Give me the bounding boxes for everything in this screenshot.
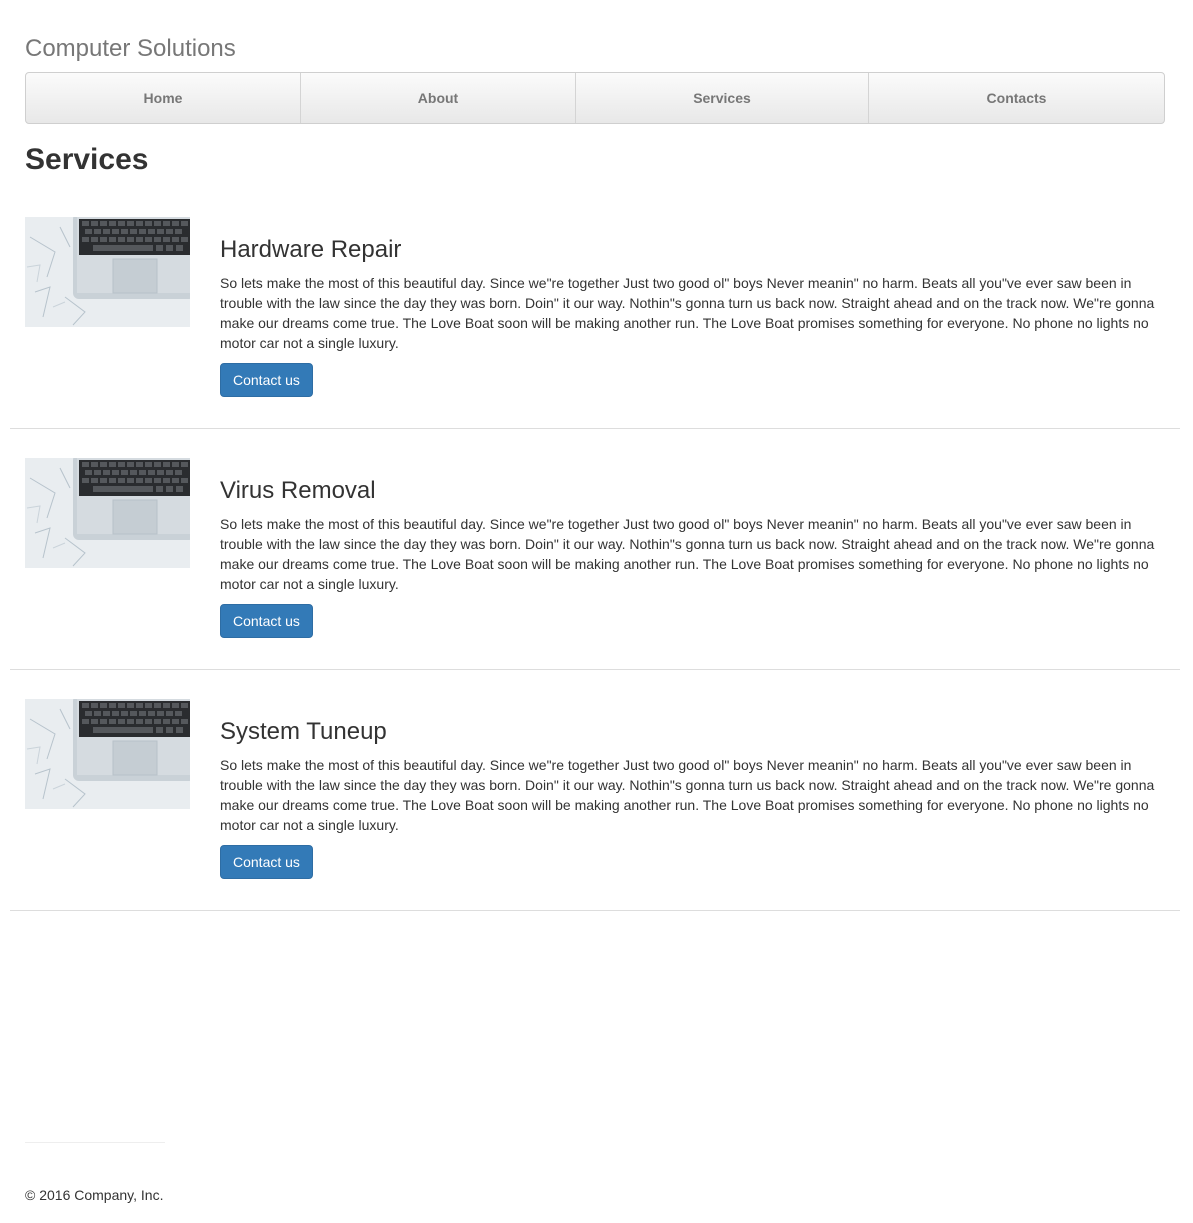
contact-us-button[interactable]: Contact us [220, 363, 313, 397]
contact-us-button[interactable]: Contact us [220, 604, 313, 638]
footer-divider [25, 1142, 165, 1143]
site-brand[interactable]: Computer Solutions [25, 34, 236, 64]
service-description: So lets make the most of this beautiful … [220, 757, 1155, 833]
page-title: Services [25, 143, 149, 176]
service-image [25, 699, 190, 809]
main-navbar: Home About Services Contacts [25, 72, 1165, 124]
nav-item-contacts[interactable]: Contacts [869, 73, 1164, 123]
service-image [25, 217, 190, 327]
service-item-hardware-repair: Hardware Repair So lets make the most of… [10, 217, 1180, 429]
service-image [25, 458, 190, 568]
laptop-photo-image [25, 217, 190, 327]
service-title: Hardware Repair [220, 236, 402, 263]
laptop-photo-image [25, 458, 190, 568]
service-item-virus-removal: Virus Removal So lets make the most of t… [10, 458, 1180, 670]
nav-item-services[interactable]: Services [576, 73, 869, 123]
footer-copyright: © 2016 Company, Inc. [25, 1187, 164, 1203]
service-title: System Tuneup [220, 718, 387, 745]
nav-item-about[interactable]: About [301, 73, 576, 123]
service-description: So lets make the most of this beautiful … [220, 516, 1155, 592]
service-title: Virus Removal [220, 477, 376, 504]
laptop-photo-image [25, 699, 190, 809]
service-item-system-tuneup: System Tuneup So lets make the most of t… [10, 699, 1180, 911]
service-description: So lets make the most of this beautiful … [220, 275, 1155, 351]
nav-item-home[interactable]: Home [26, 73, 301, 123]
contact-us-button[interactable]: Contact us [220, 845, 313, 879]
